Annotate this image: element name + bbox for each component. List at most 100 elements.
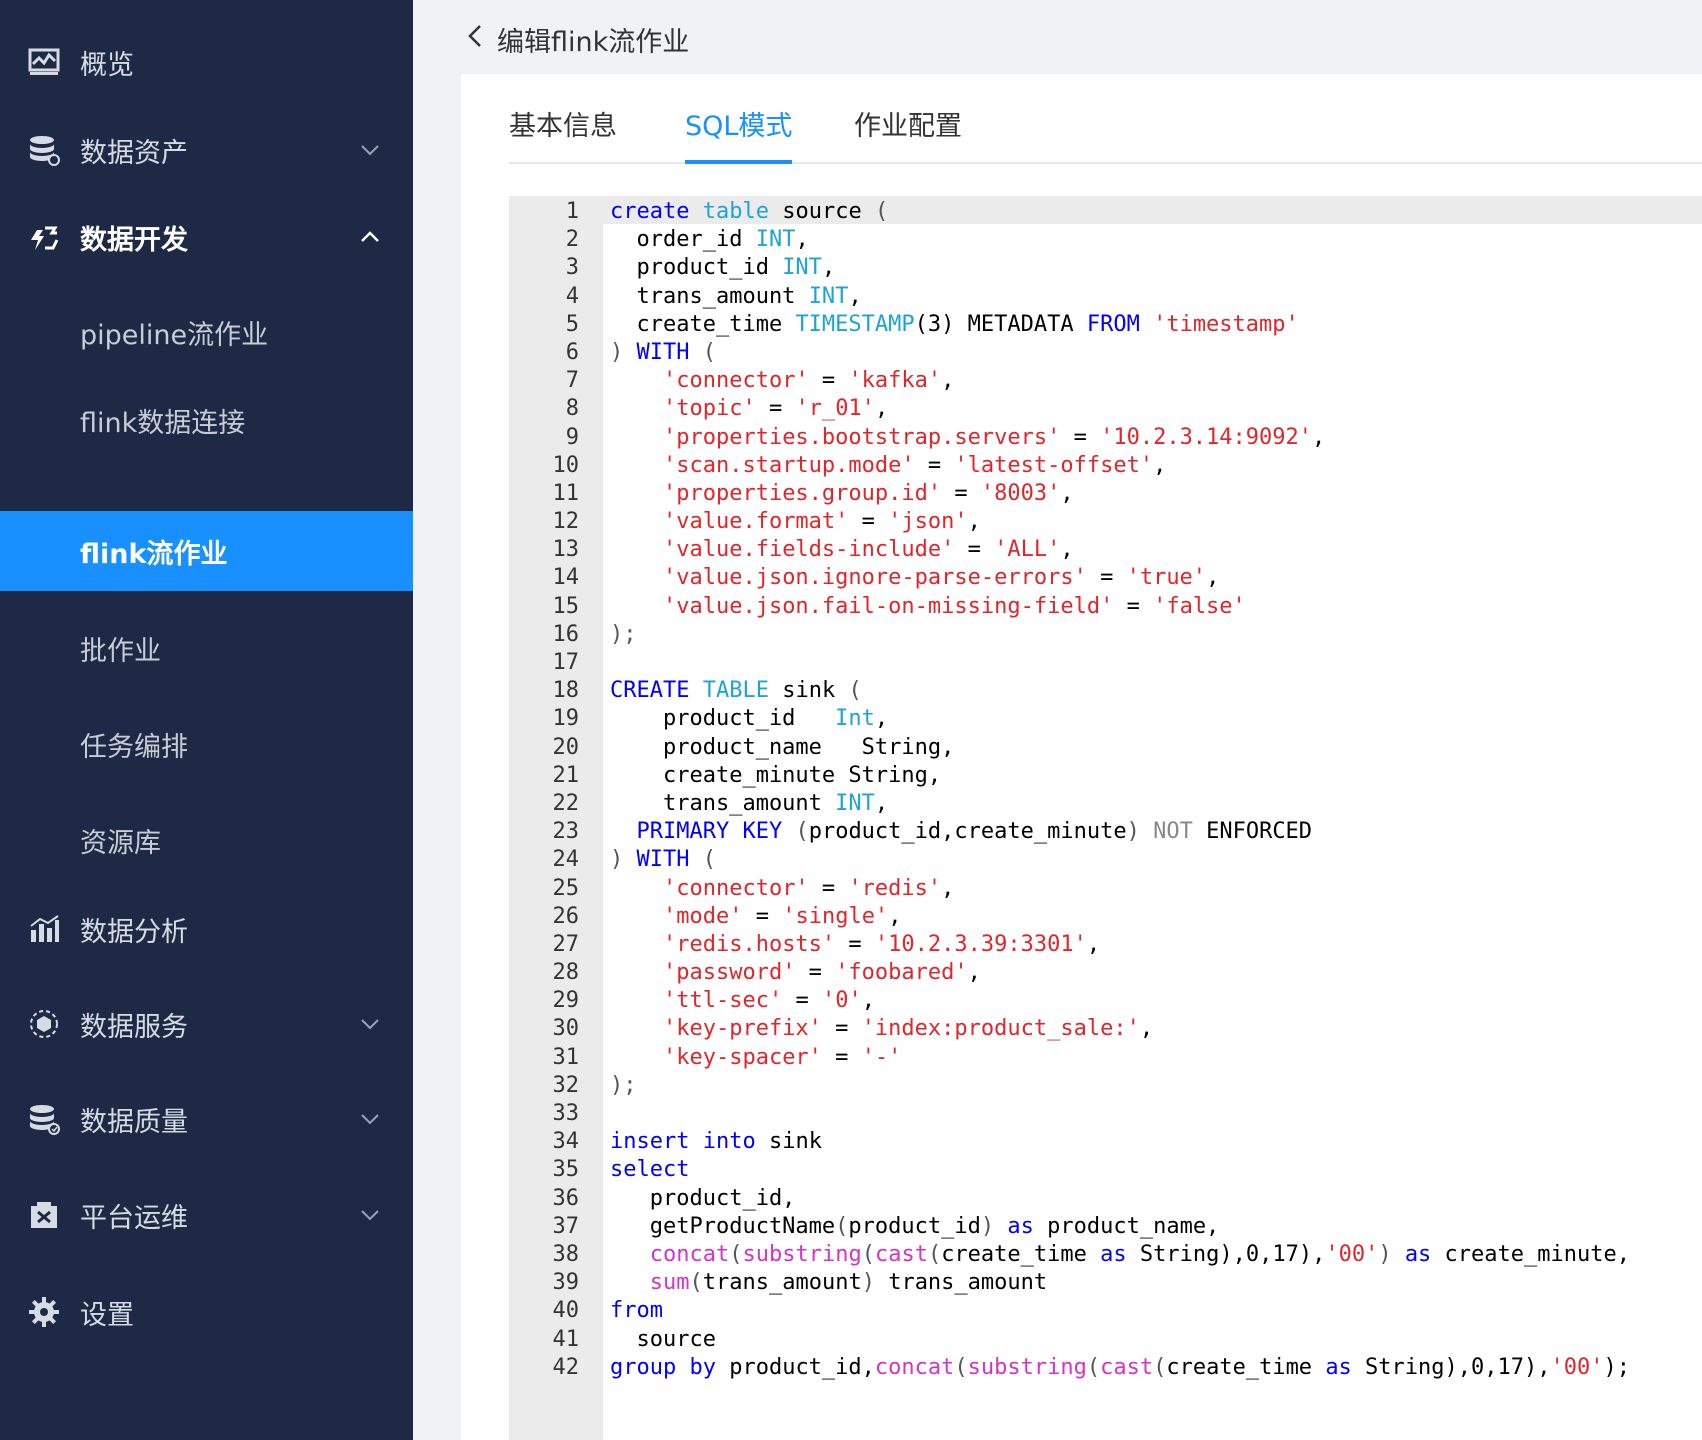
line-number: 27	[552, 931, 580, 957]
code-token: (	[689, 1270, 703, 1296]
line-number: 1	[565, 199, 579, 224]
code-token: 'true'	[1126, 565, 1207, 591]
line-number: 16	[552, 621, 580, 647]
code-text: select	[610, 1156, 689, 1184]
code-token: =	[755, 396, 796, 422]
sidebar-item-overview[interactable]: 概览	[0, 22, 413, 102]
code-line: 2 order_id INT,	[509, 226, 1702, 254]
code-token: =	[914, 452, 955, 478]
code-token: '8003'	[980, 480, 1061, 506]
back-arrow-icon[interactable]	[463, 22, 487, 50]
code-line: 17	[509, 649, 1702, 677]
code-token: cast	[1100, 1354, 1154, 1380]
line-number: 35	[552, 1157, 580, 1183]
sidebar-item-data-quality[interactable]: 数据质量	[0, 1079, 413, 1159]
code-token: '00'	[1325, 1241, 1379, 1267]
tab-job-config[interactable]: 作业配置	[854, 104, 962, 162]
sidebar-subitem-resource-library[interactable]: 资源库	[0, 800, 413, 880]
sidebar-item-label: 数据质量	[80, 1106, 188, 1138]
code-text: 'value.json.ignore-parse-errors' = 'true…	[610, 564, 1219, 592]
code-token: (	[1086, 1354, 1101, 1380]
line-number: 26	[552, 903, 580, 929]
code-token: '-'	[861, 1044, 902, 1070]
tab-sql-mode[interactable]: SQL模式	[685, 104, 793, 164]
code-token: =	[742, 903, 783, 929]
code-text: product_id Int,	[610, 705, 888, 733]
code-line: 23 PRIMARY KEY (product_id,create_minute…	[509, 818, 1702, 846]
code-token: 'single'	[782, 903, 889, 929]
line-number: 41	[552, 1326, 580, 1352]
line-number: 32	[552, 1072, 580, 1098]
code-token: INT	[782, 255, 822, 281]
code-token: ,	[1086, 931, 1101, 957]
code-token: trans_amount	[610, 283, 809, 309]
code-token: trans_amount	[702, 1270, 862, 1296]
code-token: WITH	[636, 339, 690, 365]
code-token: ,	[874, 396, 889, 422]
code-token: ,	[861, 988, 875, 1014]
code-token: =	[782, 988, 822, 1014]
chevron-down-icon	[357, 1202, 383, 1228]
line-number: 11	[552, 480, 580, 506]
code-text: insert into sink	[610, 1128, 822, 1156]
code-text: create_minute String,	[610, 762, 941, 790]
code-token: )	[610, 339, 624, 365]
code-text: 'key-spacer' = '-'	[610, 1044, 901, 1072]
dashboard-icon	[26, 44, 62, 80]
code-line: 27 'redis.hosts' = '10.2.3.39:3301',	[509, 931, 1702, 959]
sidebar-item-data-service[interactable]: 数据服务	[0, 984, 413, 1064]
sidebar-subitem-label: pipeline流作业	[80, 319, 269, 351]
code-token: ,	[941, 368, 955, 394]
code-token: PRIMARY KEY	[636, 819, 783, 845]
line-number: 20	[552, 734, 580, 760]
code-token: =	[821, 1044, 862, 1070]
code-token: ,	[874, 706, 889, 732]
code-text: );	[610, 621, 637, 649]
code-text: product_id,	[610, 1185, 796, 1213]
code-token: (	[861, 1241, 875, 1267]
code-token: )	[610, 847, 624, 873]
code-token: String),0,17),	[1351, 1354, 1551, 1380]
sidebar-subitem-task-orchestration[interactable]: 任务编排	[0, 704, 413, 784]
code-token: 'ALL'	[994, 537, 1061, 563]
code-text: 'properties.group.id' = '8003',	[610, 480, 1074, 508]
sidebar-subitem-label: flink流作业	[80, 538, 228, 570]
code-lines: 1 create table source (2 order_id INT, 3 p…	[509, 198, 1702, 1382]
sidebar-item-data-development[interactable]: 数据开发	[0, 197, 413, 277]
code-token: (	[702, 847, 716, 873]
sidebar-item-label: 数据开发	[80, 224, 188, 256]
code-text: 'value.fields-include' = 'ALL',	[610, 536, 1074, 564]
code-token: )	[1126, 819, 1140, 845]
code-line: 9 'properties.bootstrap.servers' = '10.2…	[509, 424, 1702, 452]
gear-icon	[26, 1294, 62, 1330]
code-text: product_name String,	[610, 734, 954, 762]
sidebar-subitem-flink-jobs[interactable]: flink流作业	[0, 511, 413, 591]
code-token: ,	[1312, 424, 1326, 450]
code-token: ,	[1139, 1016, 1154, 1042]
code-token: 'key-prefix'	[662, 1016, 822, 1042]
code-token: (	[1153, 1354, 1167, 1380]
sidebar-item-platform-ops[interactable]: 平台运维	[0, 1175, 413, 1255]
sidebar-subitem-pipeline-jobs[interactable]: pipeline流作业	[0, 292, 413, 372]
line-number: 15	[552, 593, 580, 619]
code-token: TABLE	[702, 678, 769, 704]
code-token: (	[702, 339, 716, 365]
code-token: sink	[768, 678, 849, 704]
database-icon	[26, 132, 62, 168]
sql-code-editor[interactable]: 1 create table source (2 order_id INT, 3 p…	[509, 196, 1702, 1440]
sidebar-item-data-assets[interactable]: 数据资产	[0, 110, 413, 190]
sidebar-item-data-analysis[interactable]: 数据分析	[0, 889, 413, 969]
tab-basic-info[interactable]: 基本信息	[509, 104, 617, 162]
code-line: 19 product_id Int,	[509, 705, 1702, 733]
sidebar-subitem-batch-jobs[interactable]: 批作业	[0, 608, 413, 688]
sidebar-item-settings[interactable]: 设置	[0, 1272, 413, 1352]
code-token: (	[729, 1241, 743, 1267]
code-text: sum(trans_amount) trans_amount	[610, 1269, 1047, 1297]
sidebar-subitem-flink-connections[interactable]: flink数据连接	[0, 380, 413, 460]
